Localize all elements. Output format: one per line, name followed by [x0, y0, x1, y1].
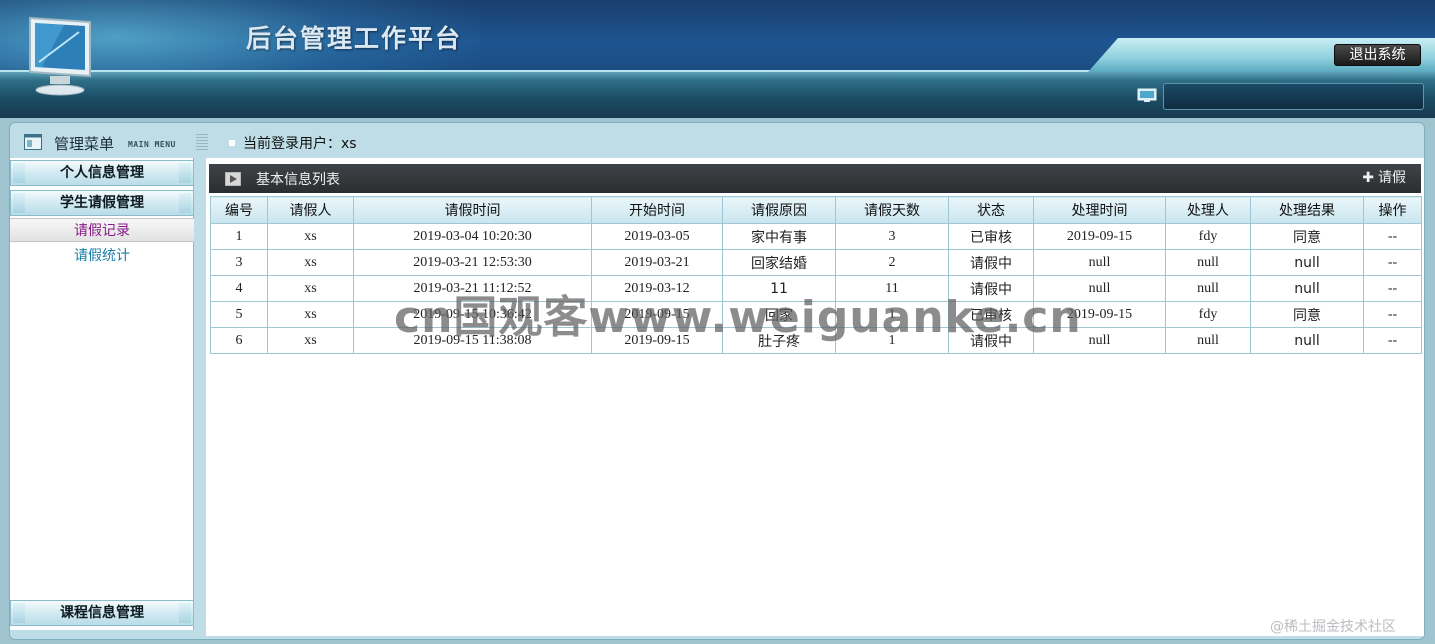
- table-cell: null: [1033, 249, 1166, 276]
- play-icon: [225, 172, 241, 186]
- table-cell: 2019-03-21: [591, 249, 723, 276]
- sidebar: 个人信息管理 学生请假管理 请假记录 请假统计 课程信息管理: [10, 158, 194, 630]
- table-cell: null: [1165, 275, 1251, 302]
- column-header: 请假天数: [835, 196, 949, 224]
- table-cell: 6: [210, 327, 268, 354]
- table-cell: xs: [267, 301, 354, 328]
- column-header: 编号: [210, 196, 268, 224]
- table-cell[interactable]: --: [1363, 301, 1422, 328]
- column-header: 处理人: [1165, 196, 1251, 224]
- table-cell: 3: [835, 223, 949, 250]
- menu-window-icon: [24, 134, 42, 150]
- column-header: 请假原因: [722, 196, 836, 224]
- menu-group-personal-info[interactable]: 个人信息管理: [10, 160, 194, 186]
- table-cell[interactable]: --: [1363, 223, 1422, 250]
- table-cell: null: [1250, 327, 1364, 354]
- column-header: 请假人: [267, 196, 354, 224]
- table-cell: xs: [267, 275, 354, 302]
- table-cell: xs: [267, 327, 354, 354]
- sidebar-header: 管理菜单 MAIN MENU: [10, 126, 208, 158]
- table-row: 3 xs 2019-03-21 12:53:30 2019-03-21 回家结婚 2 请假中…: [210, 249, 1422, 276]
- table-cell: null: [1250, 249, 1364, 276]
- submenu-leave-records[interactable]: 请假记录: [10, 218, 194, 242]
- table-cell: 已审核: [948, 223, 1034, 250]
- table-cell: fdy: [1165, 223, 1251, 250]
- table-cell: 2019-03-04 10:20:30: [353, 223, 592, 250]
- current-user-label: 当前登录用户：xs: [243, 136, 357, 152]
- table-cell[interactable]: --: [1363, 275, 1422, 302]
- submenu-leave-stats[interactable]: 请假统计: [10, 244, 194, 268]
- table-cell: 2: [835, 249, 949, 276]
- menu-group-student-leave[interactable]: 学生请假管理: [10, 190, 194, 216]
- menu-subtitle: MAIN MENU: [128, 140, 176, 149]
- table-cell: 2019-03-05: [591, 223, 723, 250]
- column-header: 操作: [1363, 196, 1422, 224]
- table-cell: 5: [210, 301, 268, 328]
- menu-title: 管理菜单: [54, 135, 115, 153]
- footer-watermark: @稀土掘金技术社区: [1270, 619, 1396, 635]
- table-cell: null: [1165, 327, 1251, 354]
- table-row: 1 xs 2019-03-04 10:20:30 2019-03-05 家中有事 3 已审核…: [210, 223, 1422, 250]
- logout-button[interactable]: 退出系统: [1334, 44, 1421, 66]
- table-cell: xs: [267, 249, 354, 276]
- table-cell: 4: [210, 275, 268, 302]
- app-title: 后台管理工作平台: [246, 24, 463, 53]
- add-leave-button[interactable]: ✚ 请假: [1362, 167, 1406, 187]
- user-bar-bullet: [229, 140, 235, 146]
- site-watermark: cn国观客www.weiguanke.cn: [394, 292, 1082, 343]
- column-header: 处理结果: [1250, 196, 1364, 224]
- table-cell: 3: [210, 249, 268, 276]
- table-cell: fdy: [1165, 301, 1251, 328]
- column-header: 开始时间: [591, 196, 723, 224]
- menu-grip-icon: [196, 134, 208, 150]
- table-cell: 2019-03-21 12:53:30: [353, 249, 592, 276]
- table-cell: 2019-09-15: [1033, 223, 1166, 250]
- table-cell: 回家结婚: [722, 249, 836, 276]
- plus-icon: ✚: [1362, 170, 1374, 186]
- menu-group-course-info[interactable]: 课程信息管理: [10, 600, 194, 626]
- table-cell: 1: [210, 223, 268, 250]
- table-cell: 同意: [1250, 223, 1364, 250]
- screen-icon[interactable]: [1137, 88, 1157, 103]
- header-status-bar: [1163, 83, 1424, 110]
- table-cell[interactable]: --: [1363, 327, 1422, 354]
- list-title: 基本信息列表: [256, 172, 340, 188]
- table-cell: null: [1250, 275, 1364, 302]
- table-cell: 请假中: [948, 249, 1034, 276]
- table-cell: 家中有事: [722, 223, 836, 250]
- table-cell: null: [1165, 249, 1251, 276]
- add-leave-label: 请假: [1378, 170, 1406, 186]
- monitor-logo-icon: [29, 16, 91, 96]
- table-cell: xs: [267, 223, 354, 250]
- list-header: 基本信息列表 ✚ 请假: [209, 164, 1421, 193]
- table-cell[interactable]: --: [1363, 249, 1422, 276]
- app-header: 后台管理工作平台 退出系统: [0, 0, 1435, 118]
- column-header: 请假时间: [353, 196, 592, 224]
- table-header-row: 编号 请假人 请假时间 开始时间 请假原因 请假天数 状态 处理时间 处理人 处…: [210, 196, 1422, 224]
- column-header: 处理时间: [1033, 196, 1166, 224]
- table-cell: 同意: [1250, 301, 1364, 328]
- column-header: 状态: [948, 196, 1034, 224]
